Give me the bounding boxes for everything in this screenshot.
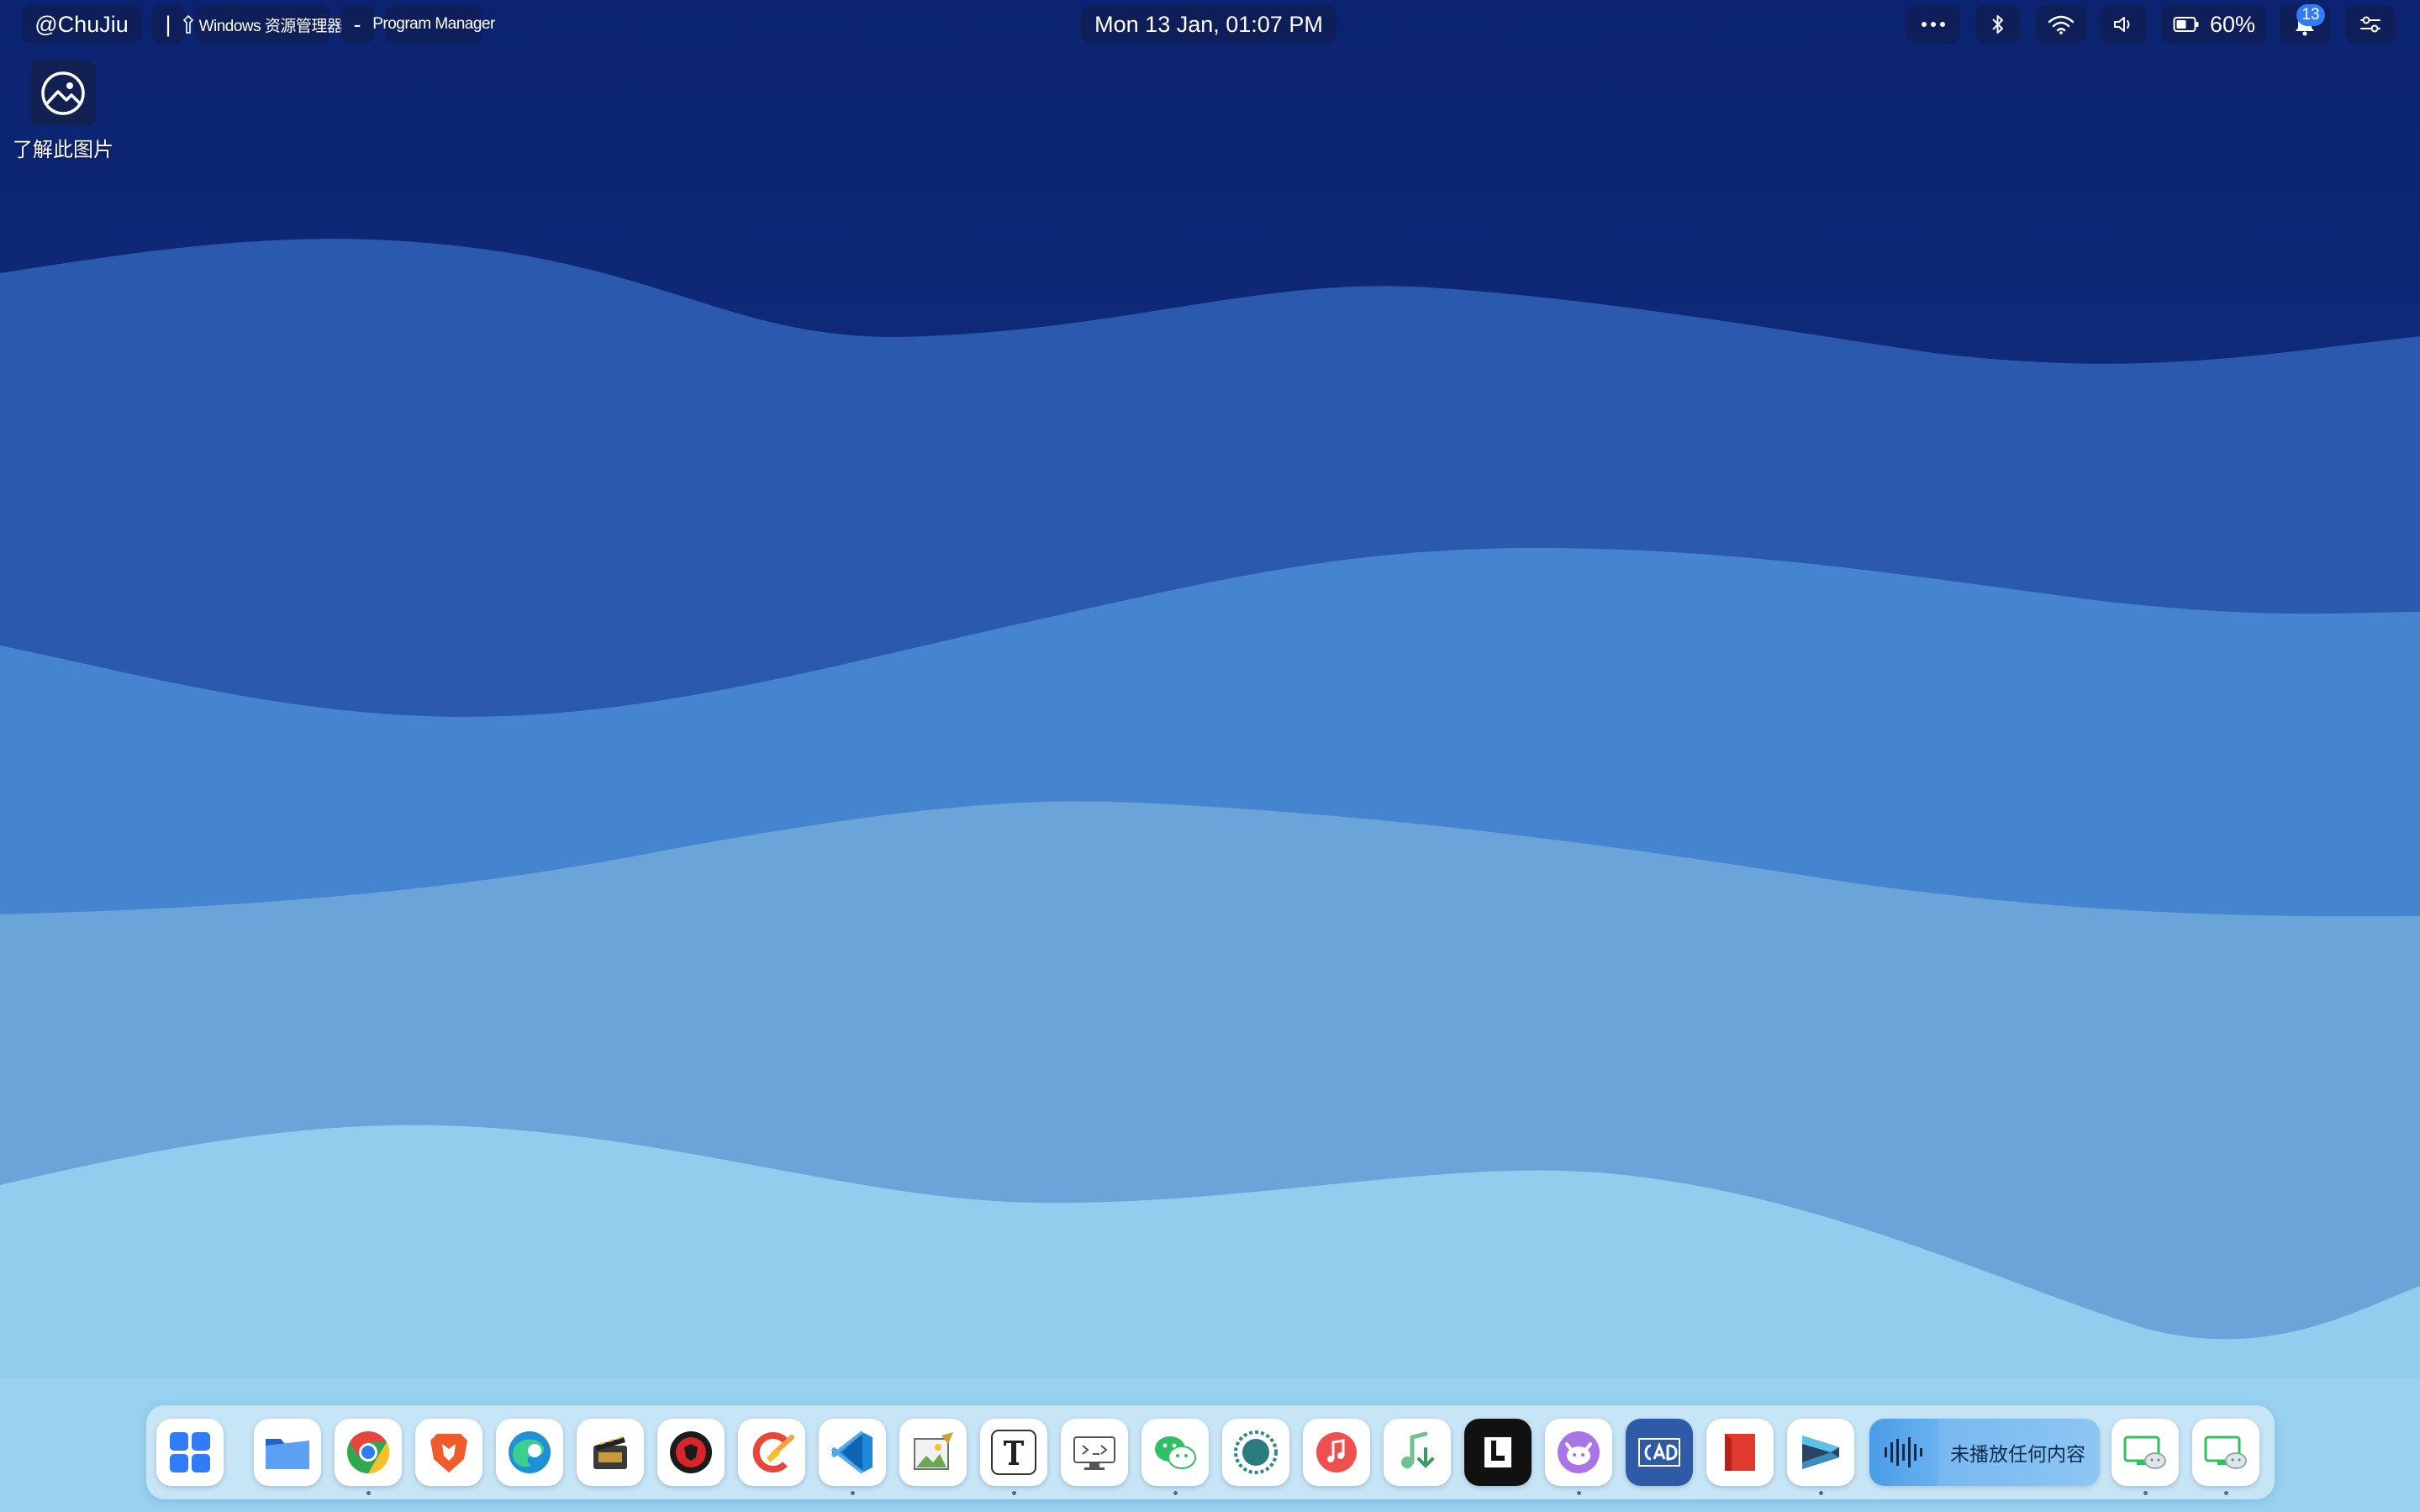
- dock-item-cad[interactable]: [1626, 1419, 1693, 1486]
- red-book-icon: [1716, 1429, 1764, 1476]
- dock-item-image-editor[interactable]: [899, 1419, 967, 1486]
- bluetooth-icon: [1990, 13, 2006, 35]
- dock-item-vscode[interactable]: [819, 1419, 886, 1495]
- terminal-app-icon: [1797, 1429, 1844, 1476]
- chrome-icon: [345, 1429, 392, 1476]
- divider-label: |: [165, 11, 171, 37]
- cad-icon: [1634, 1429, 1685, 1476]
- running-indicator: [2143, 1491, 2148, 1495]
- dock-item-wechat-screen-2[interactable]: [2192, 1419, 2259, 1495]
- dock-item-start-menu[interactable]: [156, 1419, 224, 1486]
- dock-item-remote-desktop[interactable]: [1061, 1419, 1128, 1486]
- wechat-screen-icon: [2122, 1429, 2169, 1476]
- dock-item-media-app[interactable]: [577, 1419, 644, 1486]
- image-info-icon: [30, 61, 96, 126]
- desktop-icon-label: 了解此图片: [13, 139, 113, 161]
- window-title-label: Program Manager: [372, 15, 495, 33]
- battery-percent-label: 60%: [2209, 11, 2256, 37]
- wallpaper: [0, 0, 2420, 1512]
- running-indicator: [366, 1491, 371, 1495]
- dock-item-red-shield[interactable]: [657, 1419, 725, 1486]
- desktop: @ChuJiu | Windows 资源管理器 - Program Manage…: [0, 0, 2420, 1512]
- dock-item-edge[interactable]: [496, 1419, 563, 1486]
- ccleaner-icon: [748, 1429, 795, 1476]
- desktop-icon-learn-about-picture[interactable]: 了解此图片: [7, 61, 119, 162]
- dock-item-chrome[interactable]: [335, 1419, 402, 1495]
- teal-dot-icon: [1232, 1429, 1279, 1476]
- notification-count-badge: 13: [2296, 4, 2325, 26]
- brave-icon: [425, 1429, 472, 1476]
- remote-desktop-icon: [1071, 1429, 1118, 1476]
- wifi-icon: [2048, 14, 2075, 34]
- media-player-widget[interactable]: 未播放任何内容: [1869, 1419, 2100, 1486]
- file-explorer-icon: [262, 1429, 313, 1476]
- typora-icon: [990, 1429, 1037, 1476]
- running-indicator: [1577, 1491, 1581, 1495]
- running-indicator: [1819, 1491, 1823, 1495]
- dock-item-typora[interactable]: [980, 1419, 1047, 1495]
- dock-item-brave[interactable]: [415, 1419, 482, 1486]
- wechat-icon: [1152, 1429, 1199, 1476]
- username-label: @ChuJiu: [34, 11, 129, 37]
- notifications-button[interactable]: 13: [2280, 4, 2330, 44]
- wifi-button[interactable]: [2036, 5, 2086, 44]
- running-indicator: [1173, 1491, 1178, 1495]
- volume-icon: [2112, 14, 2134, 34]
- active-window-button[interactable]: Program Manager: [372, 5, 495, 44]
- dock-item-cat-app[interactable]: [1545, 1419, 1612, 1495]
- edge-icon: [506, 1429, 553, 1476]
- title-separator: -: [340, 5, 375, 44]
- running-indicator: [1012, 1491, 1016, 1495]
- more-button[interactable]: [1906, 5, 1960, 44]
- dock-item-music[interactable]: [1303, 1419, 1370, 1486]
- explorer-icon: [182, 14, 194, 34]
- more-icon: [1921, 21, 1946, 28]
- dock-item-l-app[interactable]: [1464, 1419, 1532, 1486]
- battery-icon: [2173, 16, 2200, 33]
- volume-button[interactable]: [2100, 5, 2147, 44]
- cat-app-icon: [1555, 1429, 1602, 1476]
- red-shield-icon: [667, 1429, 714, 1476]
- running-indicator: [2224, 1491, 2228, 1495]
- dock-item-terminal-app[interactable]: [1787, 1419, 1854, 1495]
- dock-item-music-download[interactable]: [1384, 1419, 1451, 1486]
- dock-item-ccleaner[interactable]: [738, 1419, 805, 1486]
- vscode-icon: [829, 1429, 876, 1476]
- active-app-label: Windows 资源管理器: [198, 17, 343, 35]
- control-center-button[interactable]: [2345, 5, 2396, 44]
- music-download-icon: [1394, 1429, 1441, 1476]
- clock-button[interactable]: Mon 13 Jan, 01:07 PM: [1081, 5, 1337, 44]
- dock-item-wechat[interactable]: [1141, 1419, 1209, 1495]
- separator-label: -: [353, 11, 361, 37]
- image-editor-icon: [909, 1429, 957, 1476]
- user-menu-button[interactable]: @ChuJiu: [22, 5, 141, 44]
- wechat-screen-icon-2: [2202, 1429, 2249, 1476]
- music-icon: [1313, 1429, 1360, 1476]
- active-app-button[interactable]: Windows 资源管理器: [182, 5, 343, 44]
- topbar-divider: |: [151, 5, 185, 44]
- running-indicator: [851, 1491, 855, 1495]
- clock-label: Mon 13 Jan, 01:07 PM: [1094, 11, 1323, 37]
- dock-item-wechat-screen[interactable]: [2112, 1419, 2179, 1495]
- dock-item-red-book[interactable]: [1706, 1419, 1774, 1486]
- dock: 未播放任何内容: [146, 1405, 2275, 1499]
- media-status-label: 未播放任何内容: [1950, 1443, 2085, 1465]
- battery-button[interactable]: 60%: [2162, 5, 2266, 44]
- l-app-icon: [1474, 1429, 1521, 1476]
- waveform-icon: [1869, 1419, 1938, 1486]
- dock-item-file-explorer[interactable]: [254, 1419, 321, 1486]
- bluetooth-button[interactable]: [1975, 5, 2021, 44]
- dock-item-teal-dot[interactable]: [1222, 1419, 1289, 1486]
- start-menu-icon: [166, 1429, 214, 1476]
- media-app-icon: [587, 1429, 634, 1476]
- control-center-icon: [2359, 14, 2382, 34]
